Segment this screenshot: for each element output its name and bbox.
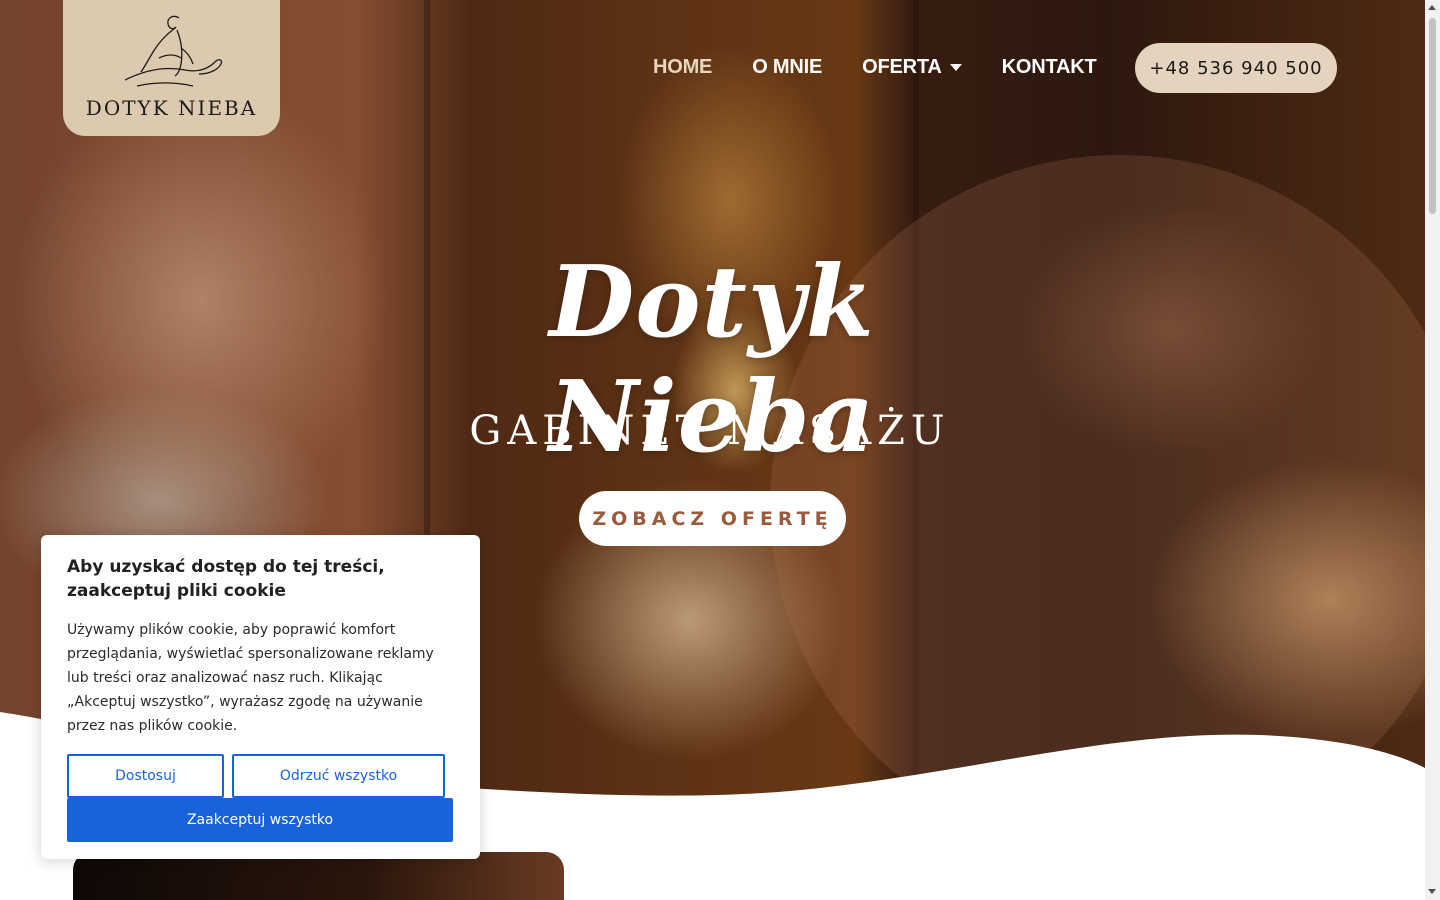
accept-all-button[interactable]: Zaakceptuj wszystko (67, 798, 453, 842)
scroll-down-arrow-icon[interactable] (1428, 889, 1436, 894)
scroll-up-arrow-icon[interactable] (1428, 5, 1436, 10)
phone-button[interactable]: +48 536 940 500 (1135, 43, 1337, 93)
hero-subtitle: GABINET MASAŻU (469, 408, 951, 454)
reject-all-button[interactable]: Odrzuć wszystko (232, 754, 445, 798)
scrollbar-thumb[interactable] (1429, 18, 1436, 214)
nav-item-kontakt[interactable]: KONTAKT (1002, 56, 1097, 79)
cookie-button-row: Dostosuj Odrzuć wszystko (67, 754, 454, 798)
below-fold-image-card (73, 852, 564, 900)
nav-item-o-mnie[interactable]: O MNIE (752, 56, 822, 79)
nav-item-home[interactable]: HOME (653, 56, 712, 79)
logo-text: DOTYK NIEBA (85, 96, 258, 120)
main-nav: HOME O MNIE OFERTA KONTAKT (653, 56, 1097, 79)
cookie-consent-banner: Aby uzyskać dostęp do tej treści, zaakce… (41, 535, 480, 859)
see-offer-button[interactable]: ZOBACZ OFERTĘ (579, 491, 846, 546)
logo-massage-figure-icon (124, 15, 222, 87)
chevron-down-icon (949, 64, 962, 71)
cookie-title: Aby uzyskać dostęp do tej treści, zaakce… (67, 557, 385, 601)
site-logo[interactable]: DOTYK NIEBA (63, 0, 280, 136)
page-scrollbar[interactable] (1425, 0, 1440, 900)
nav-item-oferta-label: OFERTA (862, 56, 942, 78)
cookie-description: Używamy plików cookie, aby poprawić komf… (67, 622, 434, 734)
nav-item-oferta[interactable]: OFERTA (862, 56, 962, 79)
customize-button[interactable]: Dostosuj (67, 754, 224, 798)
